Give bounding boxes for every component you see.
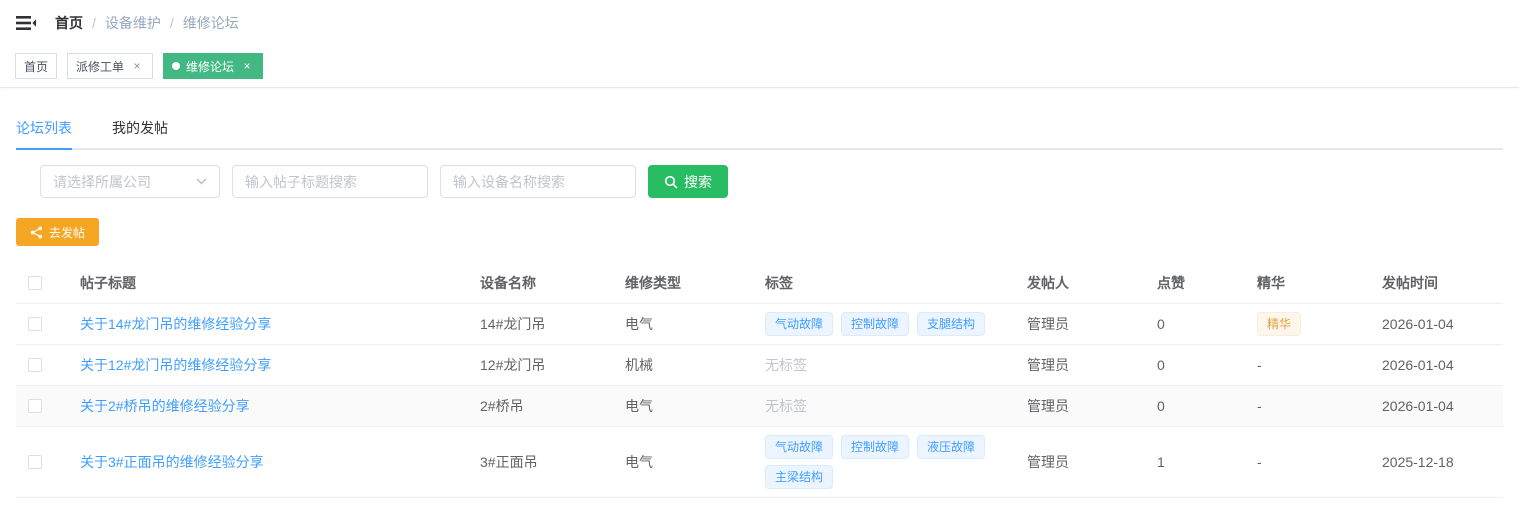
breadcrumb-separator: / bbox=[92, 15, 96, 31]
digest-cell: - bbox=[1241, 427, 1366, 497]
create-post-label: 去发帖 bbox=[49, 224, 85, 241]
share-icon bbox=[30, 226, 43, 239]
header-poster: 发帖人 bbox=[1011, 263, 1141, 303]
breadcrumb-home[interactable]: 首页 bbox=[55, 13, 83, 33]
tags-view-tab-home[interactable]: 首页 bbox=[15, 53, 57, 79]
table-row: 关于12#龙门吊的维修经验分享 12#龙门吊 机械 无标签 管理员 0 - 20… bbox=[16, 345, 1503, 386]
tag-chip: 气动故障 bbox=[765, 435, 833, 459]
repair-type-cell: 电气 bbox=[609, 304, 749, 344]
repair-type-cell: 电气 bbox=[609, 427, 749, 497]
digest-cell: - bbox=[1241, 345, 1366, 385]
search-icon bbox=[664, 175, 678, 189]
tags-cell: 气动故障 控制故障 液压故障 主梁结构 bbox=[749, 427, 1011, 497]
tag-chip: 控制故障 bbox=[841, 312, 909, 336]
likes-cell: 1 bbox=[1141, 427, 1241, 497]
device-name-cell: 3#正面吊 bbox=[464, 427, 609, 497]
post-title-link[interactable]: 关于3#正面吊的维修经验分享 bbox=[80, 452, 264, 472]
active-dot-icon bbox=[172, 62, 180, 70]
post-time-cell: 2026-01-04 bbox=[1366, 304, 1503, 344]
navbar: 首页 / 设备维护 / 维修论坛 bbox=[0, 0, 1519, 45]
tabs-track bbox=[16, 148, 1503, 150]
search-button[interactable]: 搜索 bbox=[648, 165, 728, 198]
tags-view-tab-repair-order[interactable]: 派修工单 × bbox=[67, 53, 153, 79]
header-post-title: 帖子标题 bbox=[64, 263, 464, 303]
header-digest: 精华 bbox=[1241, 263, 1366, 303]
search-button-label: 搜索 bbox=[684, 172, 712, 192]
row-checkbox[interactable] bbox=[28, 399, 42, 413]
tag-chip: 气动故障 bbox=[765, 312, 833, 336]
post-title-link[interactable]: 关于14#龙门吊的维修经验分享 bbox=[80, 314, 271, 334]
breadcrumb-separator: / bbox=[170, 15, 174, 31]
device-name-cell: 12#龙门吊 bbox=[464, 345, 609, 385]
company-select-placeholder: 请选择所属公司 bbox=[53, 172, 151, 192]
tabs-active-bar bbox=[16, 148, 72, 150]
likes-cell: 0 bbox=[1141, 345, 1241, 385]
table-body: 关于14#龙门吊的维修经验分享 14#龙门吊 电气 气动故障 控制故障 支腿结构… bbox=[16, 304, 1503, 498]
tag-chip: 液压故障 bbox=[917, 435, 985, 459]
header-device-name: 设备名称 bbox=[464, 263, 609, 303]
post-time-cell: 2026-01-04 bbox=[1366, 386, 1503, 426]
row-checkbox[interactable] bbox=[28, 358, 42, 372]
post-time-cell: 2025-12-18 bbox=[1366, 427, 1503, 497]
poster-cell: 管理员 bbox=[1011, 427, 1141, 497]
company-select[interactable]: 请选择所属公司 bbox=[40, 165, 220, 198]
digest-badge: 精华 bbox=[1257, 312, 1301, 336]
repair-type-cell: 电气 bbox=[609, 386, 749, 426]
tag-chip: 控制故障 bbox=[841, 435, 909, 459]
tab-label: 首页 bbox=[24, 58, 48, 75]
header-repair-type: 维修类型 bbox=[609, 263, 749, 303]
tab-forum-list[interactable]: 论坛列表 bbox=[16, 108, 92, 148]
filter-row: 请选择所属公司 搜索 bbox=[40, 165, 1503, 198]
device-name-search-input[interactable] bbox=[441, 166, 635, 197]
likes-cell: 0 bbox=[1141, 386, 1241, 426]
tags-view-bar: 首页 派修工单 × 维修论坛 × bbox=[0, 45, 1519, 88]
close-icon[interactable]: × bbox=[130, 59, 144, 73]
tag-chip: 支腿结构 bbox=[917, 312, 985, 336]
post-title-search-wrap bbox=[232, 165, 428, 198]
no-tags-text: 无标签 bbox=[765, 396, 807, 416]
poster-cell: 管理员 bbox=[1011, 345, 1141, 385]
close-icon[interactable]: × bbox=[240, 59, 254, 73]
poster-cell: 管理员 bbox=[1011, 304, 1141, 344]
device-name-search-wrap bbox=[440, 165, 636, 198]
breadcrumb: 首页 / 设备维护 / 维修论坛 bbox=[55, 13, 239, 33]
create-post-button[interactable]: 去发帖 bbox=[16, 218, 99, 246]
row-checkbox[interactable] bbox=[28, 455, 42, 469]
table-row: 关于2#桥吊的维修经验分享 2#桥吊 电气 无标签 管理员 0 - 2026-0… bbox=[16, 386, 1503, 427]
poster-cell: 管理员 bbox=[1011, 386, 1141, 426]
forum-tabs: 论坛列表 我的发帖 bbox=[16, 108, 1503, 150]
no-tags-text: 无标签 bbox=[765, 355, 807, 375]
device-name-cell: 2#桥吊 bbox=[464, 386, 609, 426]
tags-cell: 气动故障 控制故障 支腿结构 bbox=[749, 304, 1011, 344]
tab-label: 派修工单 bbox=[76, 58, 124, 75]
device-name-cell: 14#龙门吊 bbox=[464, 304, 609, 344]
table-header: 帖子标题 设备名称 维修类型 标签 发帖人 点赞 精华 发帖时间 bbox=[16, 263, 1503, 304]
table-row: 关于14#龙门吊的维修经验分享 14#龙门吊 电气 气动故障 控制故障 支腿结构… bbox=[16, 304, 1503, 345]
row-checkbox[interactable] bbox=[28, 317, 42, 331]
breadcrumb-device-maintenance: 设备维护 bbox=[105, 13, 161, 33]
post-title-link[interactable]: 关于12#龙门吊的维修经验分享 bbox=[80, 355, 271, 375]
page-content: 论坛列表 我的发帖 请选择所属公司 搜索 bbox=[0, 108, 1519, 506]
likes-cell: 0 bbox=[1141, 304, 1241, 344]
menu-fold-icon[interactable] bbox=[15, 12, 37, 34]
tags-view-tab-repair-forum[interactable]: 维修论坛 × bbox=[163, 53, 263, 79]
post-title-search-input[interactable] bbox=[233, 166, 427, 197]
table-row: 关于3#正面吊的维修经验分享 3#正面吊 电气 气动故障 控制故障 液压故障 主… bbox=[16, 427, 1503, 498]
breadcrumb-repair-forum: 维修论坛 bbox=[183, 13, 239, 33]
select-all-checkbox[interactable] bbox=[28, 276, 42, 290]
post-time-cell: 2026-01-04 bbox=[1366, 345, 1503, 385]
tag-chip: 主梁结构 bbox=[765, 465, 833, 489]
repair-type-cell: 机械 bbox=[609, 345, 749, 385]
header-tags: 标签 bbox=[749, 263, 1011, 303]
forum-table: 帖子标题 设备名称 维修类型 标签 发帖人 点赞 精华 发帖时间 关于14#龙门… bbox=[16, 263, 1503, 498]
digest-cell: - bbox=[1241, 386, 1366, 426]
header-likes: 点赞 bbox=[1141, 263, 1241, 303]
chevron-down-icon bbox=[196, 178, 207, 185]
tab-label: 维修论坛 bbox=[186, 58, 234, 75]
header-post-time: 发帖时间 bbox=[1366, 263, 1503, 303]
post-title-link[interactable]: 关于2#桥吊的维修经验分享 bbox=[80, 396, 250, 416]
tab-my-posts[interactable]: 我的发帖 bbox=[92, 108, 188, 148]
